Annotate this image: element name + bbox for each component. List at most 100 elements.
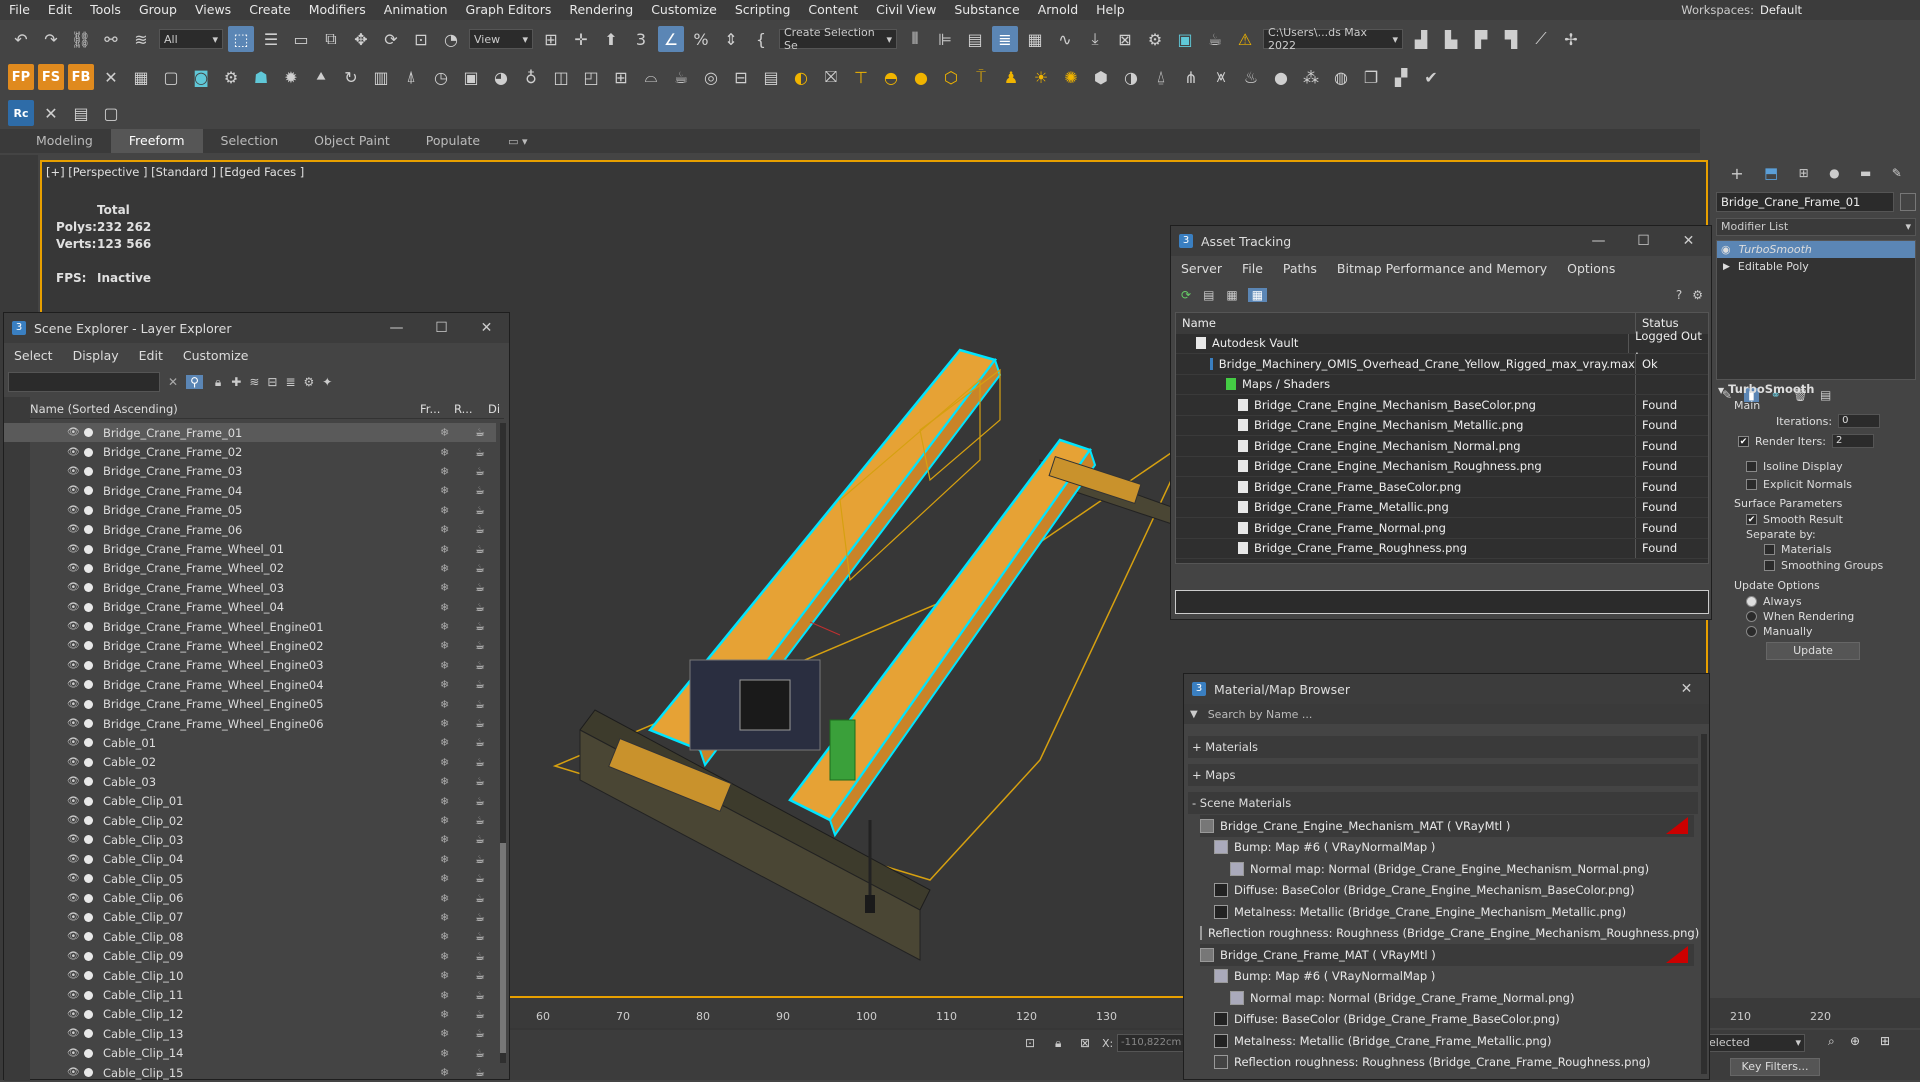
- table-icon[interactable]: ▦: [128, 64, 154, 90]
- freeze-icon[interactable]: ❄: [440, 504, 449, 517]
- magic-icon[interactable]: ✕: [38, 100, 64, 126]
- renderable-icon[interactable]: ☕: [475, 775, 485, 788]
- scene-object-row[interactable]: 👁︎ Cable_Clip_06 ❄ ☕: [4, 888, 496, 907]
- ribbon-tab-modeling[interactable]: Modeling: [18, 129, 111, 153]
- group-maps[interactable]: + Maps: [1188, 764, 1698, 786]
- material-ball-icon[interactable]: ◍: [1328, 64, 1354, 90]
- clear-find-icon[interactable]: ✕: [168, 375, 178, 389]
- menu-customize[interactable]: Customize: [173, 348, 259, 363]
- scene-object-row[interactable]: 👁︎ Bridge_Crane_Frame_01 ❄ ☕: [4, 423, 496, 443]
- asset-tracking-titlebar[interactable]: 3 Asset Tracking — ☐ ✕: [1171, 226, 1711, 256]
- map-row[interactable]: Bump: Map #6 ( VRayNormalMap ): [1200, 837, 1694, 859]
- motion-tab-icon[interactable]: ●: [1829, 166, 1839, 180]
- cross-icon[interactable]: ✕: [98, 64, 124, 90]
- modifier-list-dropdown[interactable]: Modifier List ▾: [1716, 218, 1916, 236]
- col-render[interactable]: R...: [454, 402, 488, 416]
- menu-animation[interactable]: Animation: [375, 0, 457, 20]
- scene-object-row[interactable]: 👁︎ Cable_Clip_07 ❄ ☕: [4, 908, 496, 927]
- renderable-icon[interactable]: ☕: [475, 911, 485, 924]
- visibility-eye-icon[interactable]: 👁︎: [67, 737, 80, 748]
- mirror-icon[interactable]: ⫴: [902, 26, 928, 52]
- refresh-icon[interactable]: ↻: [338, 64, 364, 90]
- lamp-yellow-icon[interactable]: ⊤: [848, 64, 874, 90]
- scene-object-row[interactable]: 👁︎ Cable_Clip_08 ❄ ☕: [4, 927, 496, 946]
- ribbon-tab-object-paint[interactable]: Object Paint: [296, 129, 408, 153]
- visibility-eye-icon[interactable]: 👁︎: [67, 718, 80, 729]
- filter-icon[interactable]: ⚲: [186, 375, 203, 389]
- selection-dropdown[interactable]: elected ▾: [1705, 1034, 1805, 1052]
- scene-object-row[interactable]: 👁︎ Bridge_Crane_Frame_Wheel_Engine06 ❄ ☕: [4, 714, 496, 733]
- menu-edit[interactable]: Edit: [129, 348, 173, 363]
- renderable-icon[interactable]: ☕: [475, 639, 485, 652]
- map-row[interactable]: Normal map: Normal (Bridge_Crane_Engine_…: [1200, 858, 1694, 880]
- freeze-icon[interactable]: ❄: [440, 426, 449, 439]
- visibility-eye-icon[interactable]: 👁︎: [67, 931, 80, 942]
- menu-bitmap[interactable]: Bitmap Performance and Memory: [1327, 261, 1557, 276]
- scene-object-row[interactable]: 👁︎ Bridge_Crane_Frame_Wheel_Engine04 ❄ ☕: [4, 675, 496, 694]
- film-icon[interactable]: ▤: [758, 64, 784, 90]
- asset-row[interactable]: Maps / Shaders: [1176, 374, 1708, 395]
- scene-object-row[interactable]: 👁︎ Bridge_Crane_Frame_06 ❄ ☕: [4, 520, 496, 539]
- search-input[interactable]: Search by Name ...: [1208, 708, 1313, 721]
- visibility-eye-icon[interactable]: 👁︎: [67, 834, 80, 845]
- add-layer-icon[interactable]: ✚: [231, 375, 241, 389]
- renderable-icon[interactable]: ☕: [475, 872, 485, 885]
- torus-icon[interactable]: ◎: [698, 64, 724, 90]
- place-icon[interactable]: ◔: [438, 26, 464, 52]
- frame-icon[interactable]: ▢: [158, 64, 184, 90]
- when-rendering-radio[interactable]: [1746, 610, 1757, 622]
- freeze-icon[interactable]: ❄: [440, 775, 449, 788]
- visibility-eye-icon[interactable]: 👁︎: [67, 563, 80, 574]
- select-by-name-icon[interactable]: ☰: [258, 26, 284, 52]
- object-color-swatch[interactable]: [1900, 193, 1916, 211]
- project-folder-icon[interactable]: ▟: [1408, 26, 1434, 52]
- display-tab-icon[interactable]: ▬: [1860, 166, 1871, 180]
- renderable-icon[interactable]: ☕: [475, 426, 485, 439]
- visibility-eye-icon[interactable]: 👁︎: [67, 505, 80, 516]
- grass-icon[interactable]: ⩙: [1208, 64, 1234, 90]
- scene-object-row[interactable]: 👁︎ Cable_Clip_05 ❄ ☕: [4, 869, 496, 888]
- menu-server[interactable]: Server: [1171, 261, 1232, 276]
- table-view-icon[interactable]: ▦: [1226, 288, 1237, 302]
- cube-icon[interactable]: ◫: [548, 64, 574, 90]
- freeze-icon[interactable]: ❄: [440, 678, 449, 691]
- asset-row[interactable]: Bridge_Crane_Engine_Mechanism_BaseColor.…: [1176, 395, 1708, 416]
- asset-row[interactable]: Bridge_Crane_Frame_Roughness.png Found: [1176, 538, 1708, 559]
- fur-icon[interactable]: ⋔: [1178, 64, 1204, 90]
- freeze-icon[interactable]: ❄: [440, 1047, 449, 1060]
- clock-icon[interactable]: ◷: [428, 64, 454, 90]
- menu-file[interactable]: File: [1232, 261, 1273, 276]
- create-tab-icon[interactable]: +: [1730, 164, 1743, 183]
- renderable-icon[interactable]: ☕: [475, 446, 485, 459]
- visibility-eye-icon[interactable]: 👁︎: [67, 427, 80, 438]
- asset-row[interactable]: Bridge_Crane_Engine_Mechanism_Roughness.…: [1176, 456, 1708, 477]
- renderable-icon[interactable]: ☕: [475, 698, 485, 711]
- freeze-icon[interactable]: ❄: [440, 814, 449, 827]
- freeze-icon[interactable]: ❄: [440, 989, 449, 1002]
- renderable-icon[interactable]: ☕: [475, 1008, 485, 1021]
- renderable-icon[interactable]: ☕: [475, 562, 485, 575]
- camera-icon[interactable]: ◙: [188, 64, 214, 90]
- map-row[interactable]: Reflection roughness: Roughness (Bridge_…: [1200, 923, 1699, 945]
- search-options-icon[interactable]: ▼: [1190, 709, 1198, 720]
- material-row[interactable]: Bridge_Crane_Engine_Mechanism_MAT ( VRay…: [1200, 815, 1694, 837]
- renderable-icon[interactable]: ☕: [475, 484, 485, 497]
- manipulate-icon[interactable]: ✛: [568, 26, 594, 52]
- map-row[interactable]: Diffuse: BaseColor (Bridge_Crane_Engine_…: [1200, 880, 1694, 902]
- freeze-icon[interactable]: ❄: [440, 892, 449, 905]
- visibility-eye-icon[interactable]: 👁︎: [67, 485, 80, 496]
- isoline-checkbox[interactable]: [1746, 460, 1757, 472]
- menu-graph-editors[interactable]: Graph Editors: [457, 0, 561, 20]
- pin-icon[interactable]: ✢: [1558, 26, 1584, 52]
- visibility-eye-icon[interactable]: 👁︎: [67, 893, 80, 904]
- menu-substance[interactable]: Substance: [945, 0, 1028, 20]
- align-icon[interactable]: ⊫: [932, 26, 958, 52]
- sun-yellow-icon[interactable]: ☀: [1028, 64, 1054, 90]
- freeze-icon[interactable]: ❄: [440, 969, 449, 982]
- layers-icon[interactable]: ≋: [249, 375, 259, 389]
- timeline-ruler-right[interactable]: 210 220: [1710, 998, 1920, 1028]
- molecule-icon[interactable]: ⁂: [1298, 64, 1324, 90]
- project-open-icon[interactable]: ▜: [1498, 26, 1524, 52]
- scene-object-row[interactable]: 👁︎ Cable_Clip_03 ❄ ☕: [4, 830, 496, 849]
- list-icon[interactable]: ▤: [68, 100, 94, 126]
